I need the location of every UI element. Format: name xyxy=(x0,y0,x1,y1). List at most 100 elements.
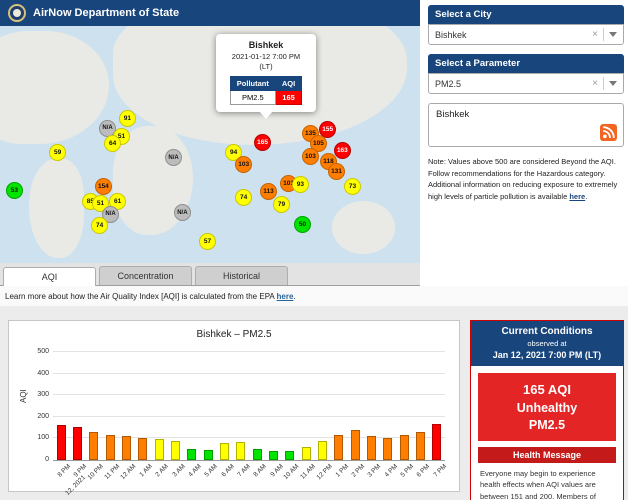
rss-city-label: Bishkek xyxy=(436,109,470,120)
world-aqi-map[interactable]: 53 59 N/A 91 51 64 154 85 51 61 N/A 74 N/A N/A 57 94 103… xyxy=(0,26,420,263)
parameter-select[interactable]: PM2.5 × xyxy=(428,73,624,94)
aqi-bar[interactable] xyxy=(317,440,327,460)
aqi-map-marker[interactable]: 53 xyxy=(5,182,23,199)
conditions-title: Current Conditions xyxy=(501,326,593,337)
aqi-bar[interactable] xyxy=(56,425,66,460)
x-tick-cell: 12 PM xyxy=(314,460,333,486)
aqi-bar[interactable] xyxy=(219,443,229,460)
bar-column xyxy=(216,443,232,460)
chevron-down-icon[interactable] xyxy=(609,81,617,86)
map-landmass xyxy=(0,30,110,145)
popup-datetime: 2021-01-12 7:00 PM (LT) xyxy=(221,52,311,72)
y-tick-label: 300 xyxy=(37,391,49,399)
conditions-observed-at: observed at xyxy=(527,339,567,348)
x-tick-cell: 1 AM xyxy=(135,460,153,486)
popup-col-pollutant: Pollutant xyxy=(229,75,276,91)
note-suffix: . xyxy=(585,191,588,201)
parameter-panel-title: Select a Parameter xyxy=(428,54,624,73)
aqi-bar[interactable] xyxy=(252,449,262,460)
aqi-bar[interactable] xyxy=(415,432,425,460)
aqi-map-marker[interactable]: 165 xyxy=(254,134,272,152)
bar-column xyxy=(102,434,118,460)
city-select[interactable]: Bishkek × xyxy=(428,24,624,45)
chart-title: Bishkek – PM2.5 xyxy=(196,329,272,340)
tab-aqi[interactable]: AQI xyxy=(3,267,96,286)
aqi-bar[interactable] xyxy=(366,435,376,460)
aqi-map-marker[interactable]: N/A xyxy=(173,204,191,222)
conditions-date: Jan 12, 2021 7:00 PM (LT) xyxy=(492,350,602,360)
city-clear-icon[interactable]: × xyxy=(587,29,603,40)
bar-column xyxy=(118,436,134,460)
chevron-down-icon[interactable] xyxy=(609,32,617,37)
aqi-bar[interactable] xyxy=(399,435,409,460)
bar-column xyxy=(331,434,347,460)
parameter-clear-icon[interactable]: × xyxy=(587,78,603,89)
current-conditions-card: Current Conditions observed at Jan 12, 2… xyxy=(470,320,624,500)
aqi-bar[interactable] xyxy=(334,434,344,460)
bar-column xyxy=(265,450,281,460)
map-landmass xyxy=(29,158,84,259)
aqi-bar[interactable] xyxy=(285,451,295,460)
aqi-bar[interactable] xyxy=(203,450,213,460)
aqi-bar[interactable] xyxy=(154,439,164,460)
aqi-bar[interactable] xyxy=(121,436,131,460)
tab-historical[interactable]: Historical xyxy=(195,266,288,285)
aqi-bar[interactable] xyxy=(301,447,311,460)
select-divider xyxy=(603,77,604,90)
aqi-map-marker[interactable]: 93 xyxy=(291,176,309,194)
aqi-value-block: 165 AQI Unhealthy PM2.5 xyxy=(478,373,616,441)
x-tick-cell: 8 PM xyxy=(53,460,73,486)
aqi-pollutant: PM2.5 xyxy=(528,418,566,432)
aqi-map-marker[interactable]: 131 xyxy=(328,163,345,181)
airnow-page: AirNow Department of State 53 59 N/A 91 51 64… xyxy=(0,0,628,500)
y-tick-label: 200 xyxy=(37,412,49,420)
aqi-bar[interactable] xyxy=(89,431,99,460)
chart-bars xyxy=(53,353,445,460)
learn-more-here-link[interactable]: here xyxy=(277,292,294,301)
aqi-bar[interactable] xyxy=(432,424,442,460)
aqi-map-marker[interactable]: 163 xyxy=(333,141,351,159)
aqi-value: 165 AQI xyxy=(523,382,571,397)
aqi-map-marker[interactable]: 103 xyxy=(301,148,319,166)
top-section: AirNow Department of State 53 59 N/A 91 51 64… xyxy=(0,0,628,263)
aqi-bar[interactable] xyxy=(170,441,180,460)
x-tick-cell: 5 AM xyxy=(200,460,219,486)
tab-concentration[interactable]: Concentration xyxy=(99,266,192,285)
parameter-panel: Select a Parameter PM2.5 × xyxy=(428,54,624,94)
dos-seal-logo xyxy=(8,4,26,22)
aqi-map-marker[interactable]: 74 xyxy=(235,189,253,207)
aqi-bar[interactable] xyxy=(350,430,360,460)
aqi-map-marker[interactable]: 73 xyxy=(343,177,361,195)
aqi-bar[interactable] xyxy=(268,450,278,460)
aqi-map-marker[interactable]: 57 xyxy=(199,232,217,250)
bar-column xyxy=(314,440,330,460)
rss-icon[interactable] xyxy=(600,124,617,141)
popup-col-aqi: AQI xyxy=(274,75,303,91)
aqi-bar[interactable] xyxy=(105,434,115,460)
aqi-map-marker[interactable]: 154 xyxy=(94,177,112,195)
aqi-map-marker[interactable]: 74 xyxy=(91,217,109,235)
note-text: Note: Values above 500 are considered Be… xyxy=(428,157,618,201)
aqi-bar[interactable] xyxy=(187,449,197,460)
aqi-bar[interactable] xyxy=(383,437,393,460)
popup-date-text: 2021-01-12 7:00 PM xyxy=(231,52,301,61)
note-here-link[interactable]: here xyxy=(569,192,585,201)
aqi-bar[interactable] xyxy=(72,426,82,460)
x-tick-cell: 12 AM xyxy=(118,460,138,486)
x-tick-cell: 11 AM xyxy=(298,460,318,486)
parameter-select-value: PM2.5 xyxy=(435,78,462,89)
aqi-bar[interactable] xyxy=(236,442,246,460)
aqi-map-marker[interactable]: 50 xyxy=(293,215,311,233)
bar-column xyxy=(86,431,102,460)
aqi-bar[interactable] xyxy=(138,437,148,460)
aqi-map-marker[interactable]: 103 xyxy=(235,155,253,173)
bar-column xyxy=(412,432,428,460)
app-title: AirNow Department of State xyxy=(33,7,180,19)
aqi-map-marker[interactable]: 91 xyxy=(118,109,136,127)
aqi-map-marker[interactable]: 113 xyxy=(259,182,277,200)
aqi-map-marker[interactable]: 79 xyxy=(272,195,290,213)
bar-column xyxy=(363,435,379,460)
x-tick-cell: 6 PM xyxy=(412,460,432,486)
aqi-map-marker[interactable]: N/A xyxy=(165,149,183,167)
bar-column xyxy=(429,424,445,460)
